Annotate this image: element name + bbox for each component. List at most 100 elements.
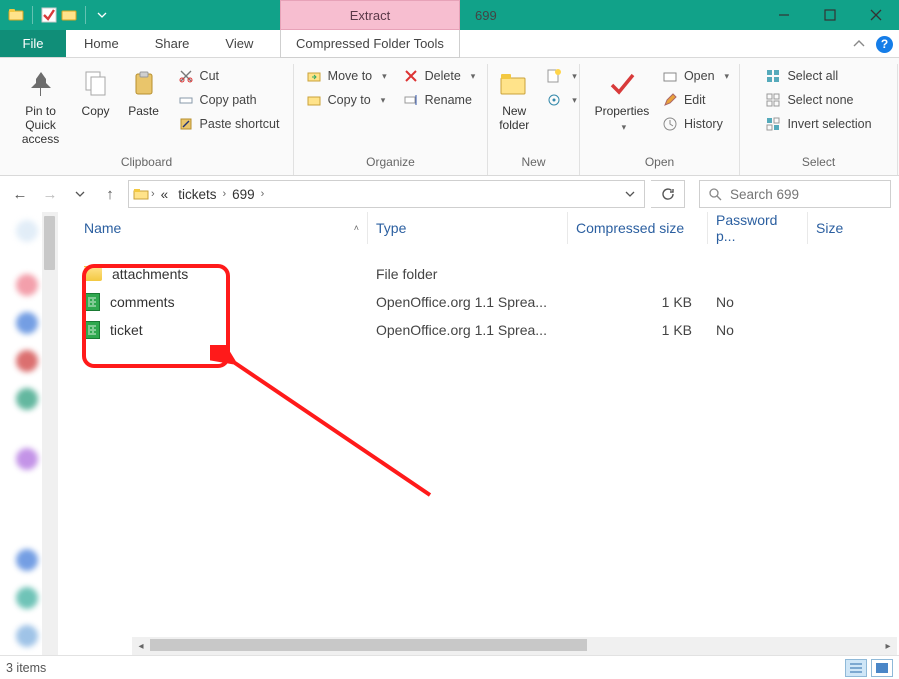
open-icon xyxy=(662,68,678,84)
copy-button[interactable]: Copy xyxy=(72,64,120,118)
copy-label: Copy xyxy=(82,104,110,118)
group-label-clipboard: Clipboard xyxy=(121,155,172,173)
thumbnails-view-button[interactable] xyxy=(871,659,893,677)
breadcrumb-tickets[interactable]: tickets xyxy=(174,187,220,202)
ribbon-group-open: Properties ▾ Open▾ Edit History Open xyxy=(580,64,740,175)
scroll-left-button[interactable]: ◂ xyxy=(132,637,150,655)
chevron-right-icon[interactable]: › xyxy=(222,188,226,200)
chevron-down-icon[interactable] xyxy=(94,7,110,23)
column-password[interactable]: Password p... xyxy=(708,212,808,244)
breadcrumb-699[interactable]: 699 xyxy=(228,187,259,202)
column-name[interactable]: Name˄ xyxy=(76,212,368,244)
file-csize: 1 KB xyxy=(568,322,708,338)
scroll-right-button[interactable]: ▸ xyxy=(879,637,897,655)
checkmark-icon xyxy=(606,68,638,100)
rename-button[interactable]: Rename xyxy=(399,90,480,110)
tab-view[interactable]: View xyxy=(207,30,271,57)
properties-button[interactable]: Properties ▾ xyxy=(586,64,658,133)
check-icon[interactable] xyxy=(41,7,57,23)
search-input[interactable] xyxy=(730,187,882,202)
minimize-button[interactable] xyxy=(761,0,807,30)
new-item-icon xyxy=(546,68,562,84)
invert-selection-button[interactable]: Invert selection xyxy=(761,114,875,134)
chevron-down-icon: ▾ xyxy=(725,71,730,82)
delete-button[interactable]: Delete▾ xyxy=(399,66,480,86)
open-button[interactable]: Open▾ xyxy=(658,66,733,86)
select-none-button[interactable]: Select none xyxy=(761,90,875,110)
shortcut-icon xyxy=(178,116,194,132)
chevron-right-icon[interactable]: › xyxy=(261,188,265,200)
paste-shortcut-button[interactable]: Paste shortcut xyxy=(174,114,284,134)
file-type: OpenOffice.org 1.1 Sprea... xyxy=(368,322,568,338)
edit-button[interactable]: Edit xyxy=(658,90,733,110)
help-icon[interactable]: ? xyxy=(876,36,893,53)
maximize-button[interactable] xyxy=(807,0,853,30)
chevron-down-icon: ▾ xyxy=(622,122,627,133)
new-item-button[interactable]: ▾ xyxy=(542,66,581,86)
address-bar[interactable]: › « tickets › 699 › xyxy=(128,180,645,208)
ribbon-group-clipboard: Pin to Quick access Copy Paste Cut Copy … xyxy=(0,64,294,175)
up-button[interactable]: ↑ xyxy=(98,182,122,206)
sidebar-scrollbar[interactable] xyxy=(42,212,58,655)
forward-button[interactable]: → xyxy=(38,182,62,206)
copy-path-button[interactable]: Copy path xyxy=(174,90,284,110)
breadcrumb-ellipsis[interactable]: « xyxy=(157,187,173,202)
chevron-right-icon[interactable]: › xyxy=(151,188,155,200)
status-text: 3 items xyxy=(6,661,46,675)
search-box[interactable] xyxy=(699,180,891,208)
back-button[interactable]: ← xyxy=(8,182,32,206)
file-row[interactable]: comments OpenOffice.org 1.1 Sprea... 1 K… xyxy=(76,288,899,316)
content-area: Name˄ Type Compressed size Password p...… xyxy=(0,212,899,655)
group-label-new: New xyxy=(521,155,545,173)
address-dropdown-button[interactable] xyxy=(620,182,640,206)
paste-label: Paste xyxy=(128,104,159,118)
column-compressed-size[interactable]: Compressed size xyxy=(568,212,708,244)
window-title: 699 xyxy=(475,0,497,30)
select-none-icon xyxy=(765,92,781,108)
contextual-tab-header: Extract xyxy=(280,0,460,30)
collapse-ribbon-icon[interactable] xyxy=(852,37,866,51)
chevron-down-icon: ▾ xyxy=(471,71,476,82)
chevron-down-icon: ▾ xyxy=(572,95,577,106)
history-button[interactable]: History xyxy=(658,114,733,134)
tab-home[interactable]: Home xyxy=(66,30,137,57)
chevron-down-icon: ▾ xyxy=(381,95,386,106)
recent-locations-button[interactable] xyxy=(68,182,92,206)
column-type[interactable]: Type xyxy=(368,212,568,244)
details-view-button[interactable] xyxy=(845,659,867,677)
group-label-select: Select xyxy=(802,155,835,173)
move-to-button[interactable]: Move to▾ xyxy=(302,66,391,86)
easy-access-button[interactable]: ▾ xyxy=(542,90,581,110)
file-row[interactable]: ticket OpenOffice.org 1.1 Sprea... 1 KB … xyxy=(76,316,899,344)
chevron-down-icon: ▾ xyxy=(572,71,577,82)
move-icon xyxy=(306,68,322,84)
tab-share[interactable]: Share xyxy=(137,30,208,57)
pin-to-quick-access-button[interactable]: Pin to Quick access xyxy=(10,64,72,146)
cut-button[interactable]: Cut xyxy=(174,66,284,86)
file-row[interactable]: attachments File folder xyxy=(76,260,899,288)
close-button[interactable] xyxy=(853,0,899,30)
tab-compressed-folder-tools[interactable]: Compressed Folder Tools xyxy=(280,30,460,58)
new-folder-button[interactable]: New folder xyxy=(486,64,542,132)
folder-icon xyxy=(133,186,149,202)
new-folder-label: New folder xyxy=(486,104,542,132)
navigation-pane[interactable] xyxy=(14,212,58,655)
spreadsheet-icon xyxy=(84,321,100,339)
pin-folder-icon[interactable] xyxy=(61,7,77,23)
refresh-button[interactable] xyxy=(651,180,685,208)
rename-icon xyxy=(403,92,419,108)
search-icon xyxy=(708,186,722,202)
copy-to-icon xyxy=(306,92,322,108)
paste-button[interactable]: Paste xyxy=(120,64,168,118)
copy-to-button[interactable]: Copy to▾ xyxy=(302,90,391,110)
file-type: File folder xyxy=(368,266,568,282)
select-all-button[interactable]: Select all xyxy=(761,66,875,86)
edit-icon xyxy=(662,92,678,108)
horizontal-scrollbar[interactable]: ◂ ▸ xyxy=(132,637,897,655)
tab-file[interactable]: File xyxy=(0,30,66,57)
status-bar: 3 items xyxy=(0,655,899,679)
scissors-icon xyxy=(178,68,194,84)
ribbon-group-organize: Move to▾ Copy to▾ Delete▾ Rename Organiz… xyxy=(294,64,488,175)
column-size[interactable]: Size xyxy=(808,212,868,244)
pin-label: Pin to Quick access xyxy=(10,104,72,146)
